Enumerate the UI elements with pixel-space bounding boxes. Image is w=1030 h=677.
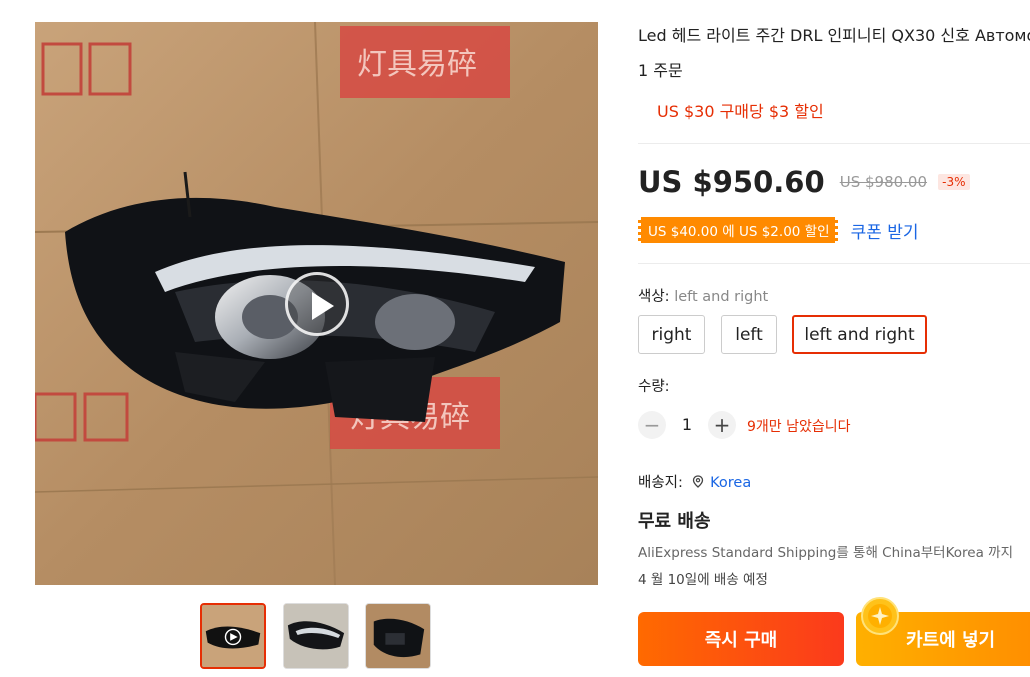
color-option-left-and-right[interactable]: left and right: [792, 315, 927, 354]
ship-to-label: 배송지:: [638, 475, 683, 491]
quantity-decrease-button[interactable]: −: [638, 411, 666, 439]
location-pin-icon: [692, 475, 704, 492]
main-product-image[interactable]: 灯具易碎 灯具易碎: [35, 22, 598, 585]
current-price: US $950.60: [638, 165, 825, 199]
order-count: 1 주문: [638, 61, 683, 80]
product-info-panel: Led 헤드 라이트 주간 DRL 인피니티 QX30 신호 Автомобил…: [638, 0, 1030, 677]
quantity-increase-button[interactable]: +: [708, 411, 736, 439]
free-shipping-title: 무료 배송: [638, 511, 711, 532]
color-label-text: 색상:: [638, 289, 670, 305]
color-option-right[interactable]: right: [638, 315, 705, 354]
thumbnail-1[interactable]: [200, 603, 266, 669]
divider: [638, 263, 1030, 264]
coupon-tag: US $40.00 에 US $2.00 할인: [638, 217, 838, 243]
price-row: US $950.60 US $980.00 -3%: [638, 165, 970, 199]
store-promo: US $30 구매당 $3 할인: [657, 102, 824, 121]
ship-to-country-link[interactable]: Korea: [710, 475, 751, 491]
buy-now-button[interactable]: 즉시 구매: [638, 612, 844, 666]
original-price: US $980.00: [839, 173, 928, 191]
shipping-method: AliExpress Standard Shipping를 통해 China부터…: [638, 545, 1013, 561]
color-option-left[interactable]: left: [721, 315, 777, 354]
quantity-stepper: − 1 + 9개만 남았습니다: [638, 411, 938, 439]
coupon-row: US $40.00 에 US $2.00 할인 쿠폰 받기: [638, 217, 919, 243]
color-label: 색상: left and right: [638, 285, 768, 306]
stock-remaining: 9개만 남았습니다: [747, 419, 851, 435]
delivery-estimate: 4 월 10일에 배송 예정: [638, 572, 768, 588]
quantity-label: 수량:: [638, 379, 670, 395]
watermark-text-top: 灯具易碎: [357, 47, 477, 82]
play-video-button[interactable]: [285, 272, 349, 336]
divider: [638, 143, 1030, 144]
quantity-value[interactable]: 1: [678, 415, 696, 434]
discount-badge: -3%: [938, 174, 970, 190]
selected-color-value: left and right: [674, 289, 769, 305]
get-coupon-link[interactable]: 쿠폰 받기: [851, 218, 919, 243]
ship-to: 배송지: Korea: [638, 471, 751, 492]
coin-icon: [861, 597, 899, 635]
thumbnail-3[interactable]: [365, 603, 431, 669]
product-title: Led 헤드 라이트 주간 DRL 인피니티 QX30 신호 Автомобил…: [638, 26, 1030, 45]
play-icon: [312, 292, 334, 320]
thumbnail-2[interactable]: [283, 603, 349, 669]
